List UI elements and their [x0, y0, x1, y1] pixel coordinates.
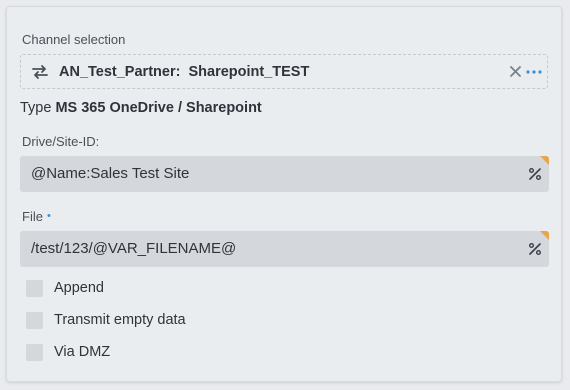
- drive-site-id-value: @Name:Sales Test Site: [31, 165, 190, 182]
- channel-name: AN_Test_Partner: Sharepoint_TEST: [59, 64, 309, 80]
- channel-panel: Channel selection AN_Test_Partner: Share…: [6, 6, 562, 382]
- close-icon[interactable]: [509, 65, 522, 78]
- append-label: Append: [54, 280, 104, 296]
- type-prefix: Type: [20, 100, 52, 116]
- field-modified-marker: [540, 231, 549, 240]
- channel-id: Sharepoint_TEST: [188, 64, 310, 80]
- field-modified-marker: [540, 156, 549, 165]
- channel-partner: AN_Test_Partner:: [59, 64, 181, 80]
- file-label: File •: [22, 209, 51, 224]
- drive-site-id-label: Drive/Site-ID:: [22, 134, 100, 149]
- append-checkbox[interactable]: [26, 280, 43, 297]
- channel-type: Type MS 365 OneDrive / Sharepoint: [20, 100, 262, 116]
- transmit-empty-data-checkbox[interactable]: [26, 312, 43, 329]
- channel-selector[interactable]: AN_Test_Partner: Sharepoint_TEST: [20, 54, 548, 89]
- file-value: /test/123/@VAR_FILENAME@: [31, 240, 237, 257]
- more-icon[interactable]: [526, 70, 542, 74]
- swap-icon: [32, 65, 48, 79]
- transmit-empty-data-label: Transmit empty data: [54, 312, 186, 328]
- type-value: MS 365 OneDrive / Sharepoint: [55, 100, 262, 116]
- percent-icon[interactable]: [528, 242, 542, 256]
- file-label-text: File: [22, 209, 43, 224]
- via-dmz-checkbox[interactable]: [26, 344, 43, 361]
- via-dmz-label: Via DMZ: [54, 344, 111, 360]
- channel-selection-label: Channel selection: [22, 32, 126, 47]
- drive-site-id-field[interactable]: @Name:Sales Test Site: [20, 156, 549, 192]
- percent-icon[interactable]: [528, 167, 542, 181]
- required-marker: •: [46, 210, 51, 222]
- file-field[interactable]: /test/123/@VAR_FILENAME@: [20, 231, 549, 267]
